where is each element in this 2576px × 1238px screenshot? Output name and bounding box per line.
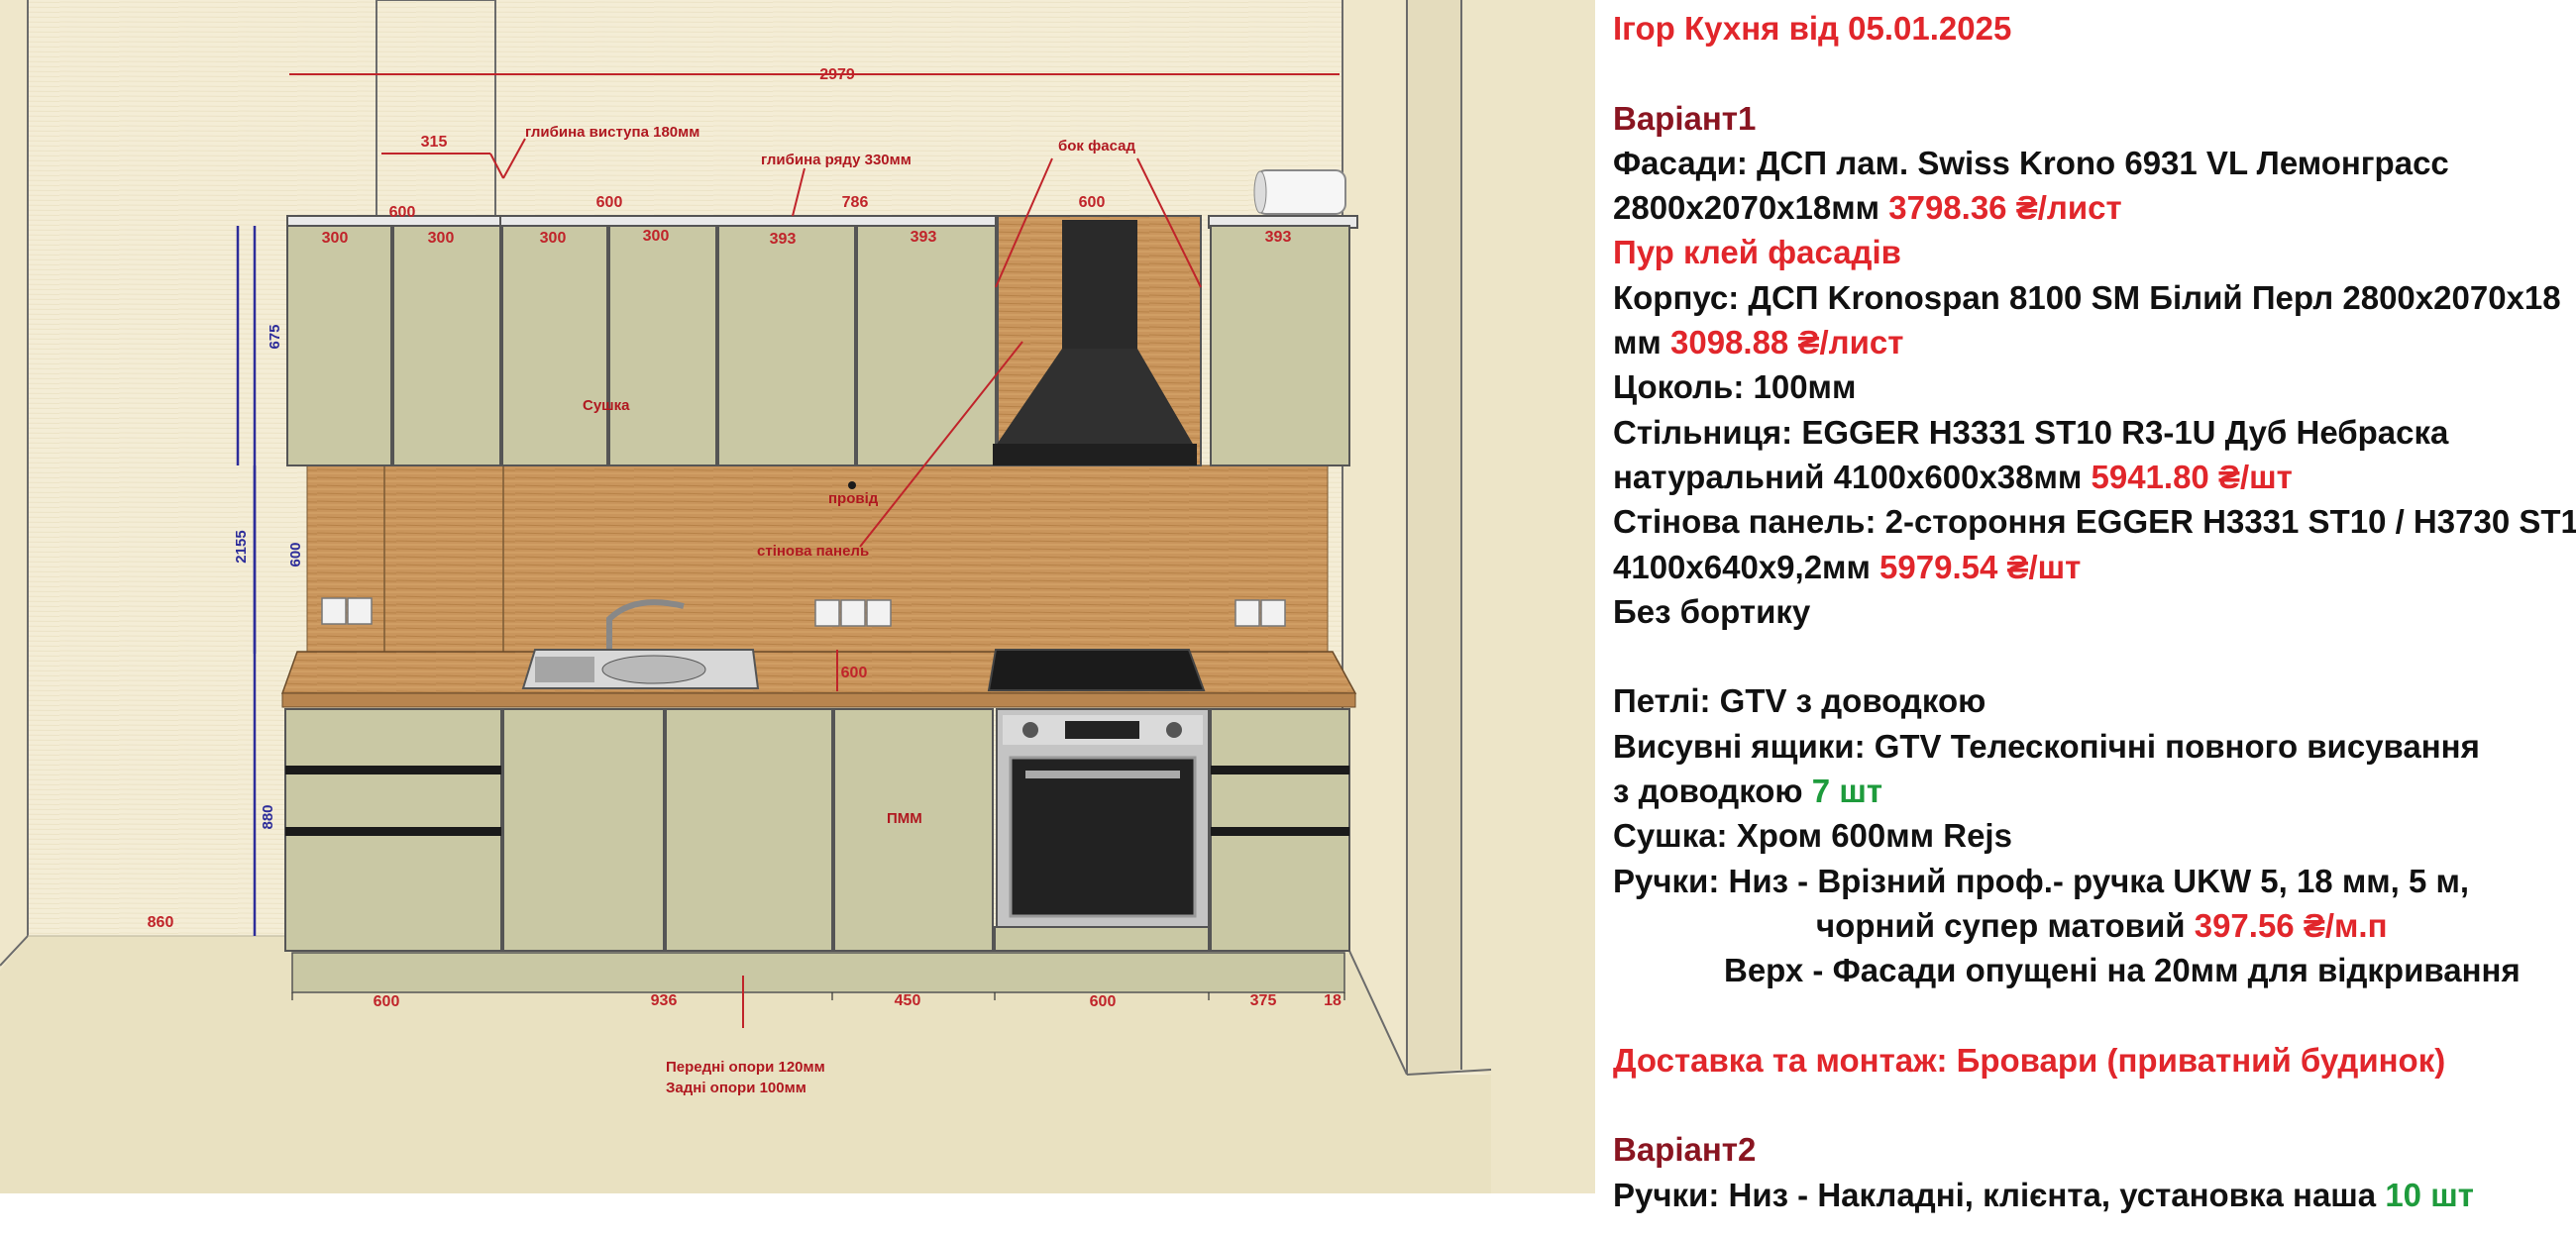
spec-handles-color: чорний супер матовий xyxy=(1816,906,2195,944)
spec-drawers-text: з доводкою xyxy=(1613,773,1812,810)
oven xyxy=(996,708,1210,928)
spec-facades-line2: 2800х2070х18мм 3798.36 ₴/лист xyxy=(1613,185,2569,230)
spec-handles-line2: чорний супер матовий 397.56 ₴/м.п xyxy=(1613,903,2569,948)
spec-body-price: 3098.88 ₴/лист xyxy=(1670,324,1904,361)
spec-top-line2: натуральний 4100х600х38мм 5941.80 ₴/шт xyxy=(1613,455,2569,499)
spec-variant2-handles-count: 10 шт xyxy=(2385,1176,2474,1213)
dim-base-18: 18 xyxy=(1324,992,1342,1009)
note-wall-panel: стінова панель xyxy=(757,543,869,560)
dim-base-600-b: 600 xyxy=(1090,993,1117,1010)
dim-door-393-3: 393 xyxy=(1265,229,1292,246)
spec-body-line1: Корпус: ДСП Kronospan 8100 SM Білий Перл… xyxy=(1613,278,2561,316)
note-depth-row: глибина ряду 330мм xyxy=(761,152,912,168)
dim-door-300-2: 300 xyxy=(428,230,455,247)
note-dishwasher: ПММ xyxy=(887,810,922,827)
dim-door-393-1: 393 xyxy=(770,231,797,248)
paper-towel-roll xyxy=(1253,169,1346,215)
dim-total-width: 2979 xyxy=(819,66,855,83)
spec-no-edge: Без бортику xyxy=(1613,592,1811,630)
spec-panel-size: 4100х640х9,2мм xyxy=(1613,548,1880,585)
upper-cabinets xyxy=(286,215,1358,466)
spec-hinges: Петлі: GTV з доводкою xyxy=(1613,682,1986,720)
tall-panel-column xyxy=(383,464,504,665)
dim-height-2155: 2155 xyxy=(233,530,250,563)
specification-panel: Ігор Кухня від 05.01.2025 Варіант1 Фасад… xyxy=(1613,6,2576,1217)
spec-title: Ігор Кухня від 05.01.2025 xyxy=(1613,10,2012,47)
spec-handles-line3: Верх - Фасади опущені на 20мм для відкри… xyxy=(1724,952,2521,989)
plinth xyxy=(291,952,1345,993)
spec-dryer: Сушка: Хром 600мм Rejs xyxy=(1613,817,2012,855)
dim-base-936: 936 xyxy=(651,992,678,1009)
spec-delivery: Доставка та монтаж: Бровари (приватний б… xyxy=(1613,1041,2446,1079)
left-side-wall xyxy=(0,0,28,971)
spec-body-unit: мм xyxy=(1613,324,1670,361)
dim-height-600: 600 xyxy=(287,542,304,567)
spec-plinth: Цоколь: 100мм xyxy=(1613,368,1857,406)
note-wire: провід xyxy=(828,490,879,507)
wire-marker xyxy=(848,481,856,489)
note-dryer: Сушка xyxy=(583,397,630,414)
spec-variant2-handles-text: Ручки: Низ - Накладні, клієнта, установк… xyxy=(1613,1176,2386,1213)
dim-base-375: 375 xyxy=(1250,992,1277,1009)
dim-upper-786: 786 xyxy=(842,194,869,211)
spec-handles-line1: Ручки: Низ - Врізний проф.- ручка UKW 5,… xyxy=(1613,862,2470,899)
dim-height-675: 675 xyxy=(267,324,283,349)
spec-body-line2: мм 3098.88 ₴/лист xyxy=(1613,320,2569,364)
dim-upper-600-b: 600 xyxy=(596,194,623,211)
dim-base-600: 600 xyxy=(374,993,400,1010)
note-front-legs: Передні опори 120мм xyxy=(666,1059,825,1076)
spec-facades-line1: Фасади: ДСП лам. Swiss Krono 6931 VL Лем… xyxy=(1613,144,2449,181)
right-side-wall xyxy=(1407,0,1461,1075)
spec-panel-line1: Стінова панель: 2-стороння EGGER H3331 S… xyxy=(1613,503,2576,541)
note-depth-protrusion: глибина виступа 180мм xyxy=(525,124,699,141)
note-back-legs: Задні опори 100мм xyxy=(666,1080,806,1096)
spec-drawers-line1: Висувні ящики: GTV Телескопічні повного … xyxy=(1613,727,2480,765)
dim-door-300-4: 300 xyxy=(643,228,670,245)
spec-drawers-count: 7 шт xyxy=(1811,773,1882,810)
cooktop xyxy=(987,649,1206,691)
dim-hood-600: 600 xyxy=(1079,194,1106,211)
dim-base-450: 450 xyxy=(895,992,921,1009)
spec-top-line1: Стільниця: EGGER H3331 ST10 R3-1U Дуб Не… xyxy=(1613,413,2449,451)
spec-top-size: натуральний 4100х600х38мм xyxy=(1613,458,2092,495)
dim-door-393-2: 393 xyxy=(911,229,937,246)
dim-upper-315: 315 xyxy=(421,134,448,151)
spec-glue: Пур клей фасадів xyxy=(1613,234,1901,271)
spec-top-price: 5941.80 ₴/шт xyxy=(2091,458,2293,495)
variant1-heading: Варіант1 xyxy=(1613,99,1757,137)
variant2-heading: Варіант2 xyxy=(1613,1131,1757,1169)
right-outer-wall xyxy=(1461,0,1595,1193)
dim-left-860: 860 xyxy=(148,914,174,931)
spec-facades-size: 2800х2070х18мм xyxy=(1613,189,1889,227)
dim-door-300-1: 300 xyxy=(322,230,349,247)
spec-drawers-line2: з доводкою 7 шт xyxy=(1613,769,2569,813)
right-return-wall xyxy=(1342,0,1407,1075)
dim-upper-600-a: 600 xyxy=(389,204,416,221)
dim-height-880: 880 xyxy=(260,804,276,829)
spec-handles-price: 397.56 ₴/м.п xyxy=(2194,906,2388,944)
spec-panel-price: 5979.54 ₴/шт xyxy=(1879,548,2082,585)
note-side-facade: бок фасад xyxy=(1058,138,1135,155)
dim-sink-600: 600 xyxy=(841,665,868,681)
spec-facades-price: 3798.36 ₴/лист xyxy=(1888,189,2122,227)
dim-door-300-3: 300 xyxy=(540,230,567,247)
kitchen-drawing: 2979 315 600 600 786 600 300 300 300 300… xyxy=(0,0,1595,1193)
spec-panel-line2: 4100х640х9,2мм 5979.54 ₴/шт xyxy=(1613,545,2569,589)
spec-variant2-handles: Ручки: Низ - Накладні, клієнта, установк… xyxy=(1613,1173,2569,1217)
